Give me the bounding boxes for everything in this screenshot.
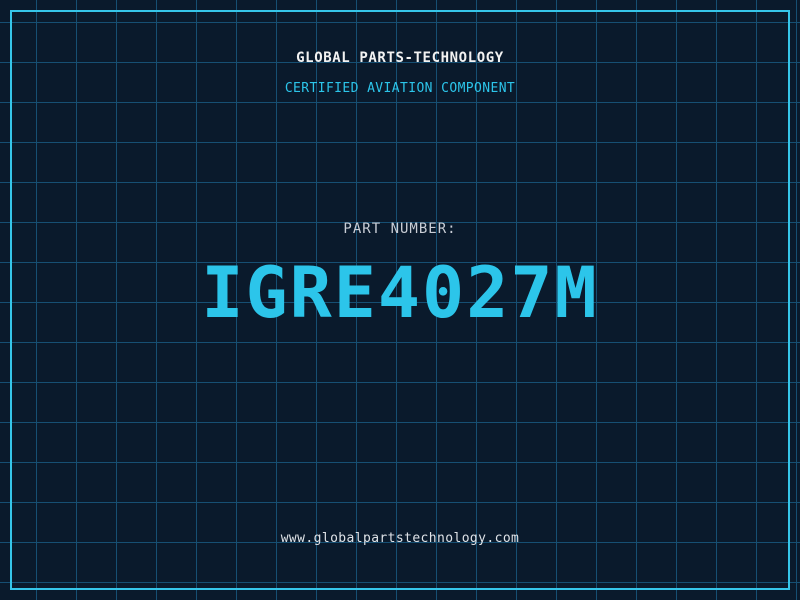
part-label-card: GLOBAL PARTS-TECHNOLOGY CERTIFIED AVIATI… <box>0 0 800 600</box>
part-number-value: IGRE4027M <box>201 252 599 334</box>
certification-text: CERTIFIED AVIATION COMPONENT <box>284 81 516 96</box>
company-name: GLOBAL PARTS-TECHNOLOGY <box>296 50 504 66</box>
website-url: www.globalpartstechnology.com <box>280 531 520 546</box>
part-number-label: PART NUMBER: <box>343 221 457 237</box>
